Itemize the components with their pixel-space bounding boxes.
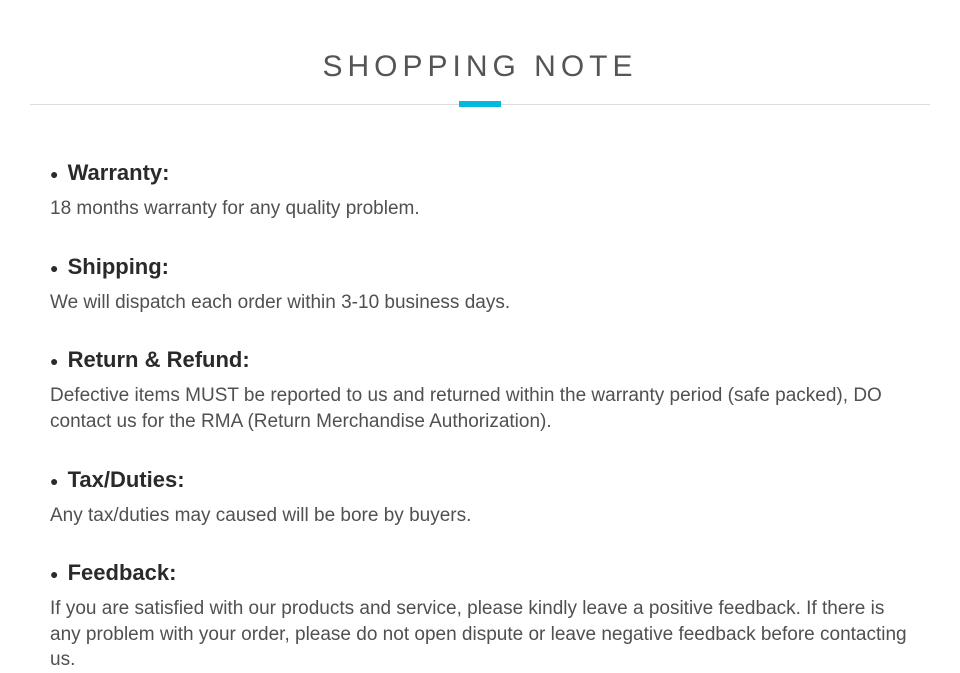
note-feedback: ● Feedback: If you are satisfied with ou… [50,560,910,673]
note-tax: ● Tax/Duties: Any tax/duties may caused … [50,467,910,529]
note-body-tax: Any tax/duties may caused will be bore b… [50,503,910,529]
heading-text: Return & Refund: [68,347,250,372]
heading-text: Tax/Duties: [68,467,185,492]
bullet-icon: ● [50,260,58,276]
heading-text: Shipping: [68,254,169,279]
note-body-return: Defective items MUST be reported to us a… [50,383,910,434]
content-area: ● Warranty: 18 months warranty for any q… [30,105,930,673]
note-body-feedback: If you are satisfied with our products a… [50,596,910,673]
note-heading-return: ● Return & Refund: [50,347,910,373]
divider-line [30,104,930,105]
bullet-icon: ● [50,353,58,369]
note-heading-warranty: ● Warranty: [50,160,910,186]
page-title: SHOPPING NOTE [30,50,930,84]
bullet-icon: ● [50,473,58,489]
bullet-icon: ● [50,166,58,182]
page-container: SHOPPING NOTE ● Warranty: 18 months warr… [0,0,960,673]
heading-text: Feedback: [68,560,177,585]
note-warranty: ● Warranty: 18 months warranty for any q… [50,160,910,222]
note-heading-shipping: ● Shipping: [50,254,910,280]
heading-text: Warranty: [68,160,170,185]
bullet-icon: ● [50,566,58,582]
note-heading-feedback: ● Feedback: [50,560,910,586]
note-shipping: ● Shipping: We will dispatch each order … [50,254,910,316]
accent-bar [459,101,501,107]
note-body-warranty: 18 months warranty for any quality probl… [50,196,910,222]
note-body-shipping: We will dispatch each order within 3-10 … [50,290,910,316]
note-return: ● Return & Refund: Defective items MUST … [50,347,910,434]
header-section: SHOPPING NOTE [30,0,930,105]
note-heading-tax: ● Tax/Duties: [50,467,910,493]
